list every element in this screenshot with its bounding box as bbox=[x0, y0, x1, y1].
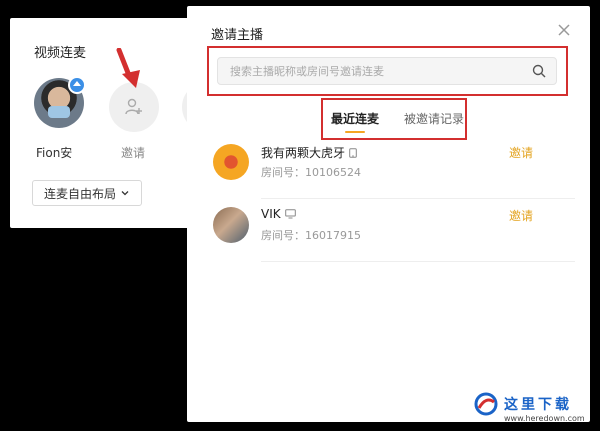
search-highlight-box bbox=[207, 46, 568, 96]
invite-label: 邀请 bbox=[121, 146, 146, 160]
panel-title: 视频连麦 bbox=[34, 46, 87, 61]
tabs-highlight-box: 最近连麦 被邀请记录 bbox=[321, 98, 467, 140]
avatar[interactable] bbox=[213, 207, 249, 243]
tab-recent[interactable]: 最近连麦 bbox=[331, 110, 379, 127]
invite-link[interactable]: 邀请 bbox=[509, 207, 533, 224]
invite-link[interactable]: 邀请 bbox=[509, 144, 533, 161]
tab-invited-history[interactable]: 被邀请记录 bbox=[404, 110, 464, 127]
phone-icon bbox=[349, 147, 357, 158]
site-watermark: 这里下载 www.heredown.com bbox=[474, 392, 585, 423]
logo-icon bbox=[474, 392, 498, 416]
monitor-icon bbox=[284, 209, 296, 219]
list-item: 我有两颗大虎牙 房间号：10106524 邀请 bbox=[213, 144, 575, 202]
list-item: VIK 房间号：16017915 邀请 bbox=[213, 207, 575, 265]
room-number: 房间号：10106524 bbox=[261, 166, 361, 179]
watermark-text: 这里下载 bbox=[504, 397, 572, 413]
divider bbox=[261, 261, 575, 262]
invite-host-dialog: 邀请主播 最近连麦 被邀请记录 我有两颗大虎牙 房间号：10106524 邀请 bbox=[187, 6, 590, 422]
user-name: Fion安 bbox=[36, 146, 73, 160]
tab-active-indicator bbox=[345, 131, 365, 133]
avatar[interactable] bbox=[213, 144, 249, 180]
chevron-down-icon bbox=[121, 191, 129, 196]
host-name: 我有两颗大虎牙 bbox=[261, 146, 346, 160]
room-number: 房间号：16017915 bbox=[261, 229, 361, 242]
user-avatar[interactable] bbox=[34, 76, 86, 128]
layout-dropdown-label: 连麦自由布局 bbox=[43, 186, 116, 201]
home-icon bbox=[68, 76, 86, 94]
add-user-icon bbox=[125, 98, 142, 115]
search-input[interactable] bbox=[228, 62, 522, 82]
host-name: VIK bbox=[261, 207, 281, 221]
watermark-url: www.heredown.com bbox=[504, 414, 585, 423]
divider bbox=[261, 198, 575, 199]
red-arrow-annotation bbox=[116, 48, 140, 88]
close-icon[interactable] bbox=[556, 22, 572, 38]
video-link-panel: 视频连麦 Fion安 邀请 连麦自由布局 bbox=[10, 18, 232, 228]
search-field bbox=[217, 57, 557, 85]
search-icon[interactable] bbox=[532, 64, 546, 78]
layout-dropdown[interactable]: 连麦自由布局 bbox=[32, 180, 142, 206]
dialog-title: 邀请主播 bbox=[211, 28, 264, 43]
